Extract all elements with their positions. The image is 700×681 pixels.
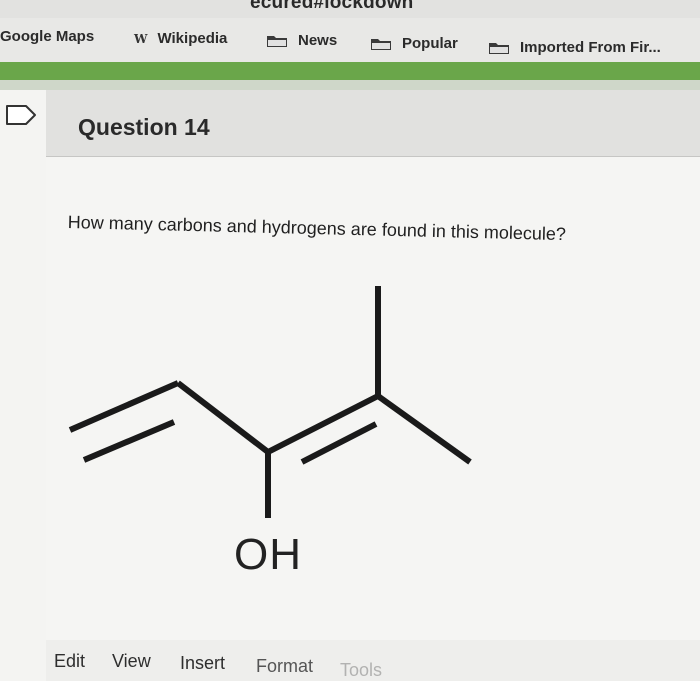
menu-tools[interactable]: Tools (340, 660, 382, 681)
flag-question-icon[interactable] (4, 104, 38, 131)
address-bar[interactable]: ecured#lockdown (0, 0, 700, 18)
bookmark-label: Google Maps (0, 28, 95, 45)
menu-edit[interactable]: Edit (54, 651, 85, 672)
molecule-structure-diagram (68, 286, 472, 518)
bookmark-label: Wikipedia (157, 30, 228, 47)
question-gutter (0, 90, 46, 681)
bookmarks-bar: Google Maps W Wikipedia News Popular Imp… (0, 18, 700, 63)
folder-icon (488, 41, 510, 55)
question-title: Question 14 (78, 114, 210, 140)
bookmark-google-maps[interactable]: Google Maps (0, 28, 94, 45)
menu-format[interactable]: Format (256, 656, 313, 677)
header-shadow (0, 80, 700, 90)
bookmark-label: News (298, 32, 338, 49)
bookmark-imported[interactable]: Imported From Fir... (488, 39, 661, 56)
folder-icon (266, 34, 288, 48)
folder-icon (370, 37, 392, 51)
bookmark-wikipedia[interactable]: W Wikipedia (134, 30, 227, 47)
url-text: ecured#lockdown (250, 0, 414, 13)
menu-insert[interactable]: Insert (180, 653, 225, 674)
page-header-band (0, 62, 700, 82)
wikipedia-w-icon: W (134, 31, 148, 46)
bookmark-news[interactable]: News (266, 32, 337, 49)
menu-view[interactable]: View (112, 651, 151, 672)
bookmark-label: Imported From Fir... (520, 39, 661, 56)
bookmark-popular[interactable]: Popular (370, 35, 458, 52)
hydroxyl-label: OH (234, 530, 302, 579)
bookmark-label: Popular (402, 35, 458, 52)
